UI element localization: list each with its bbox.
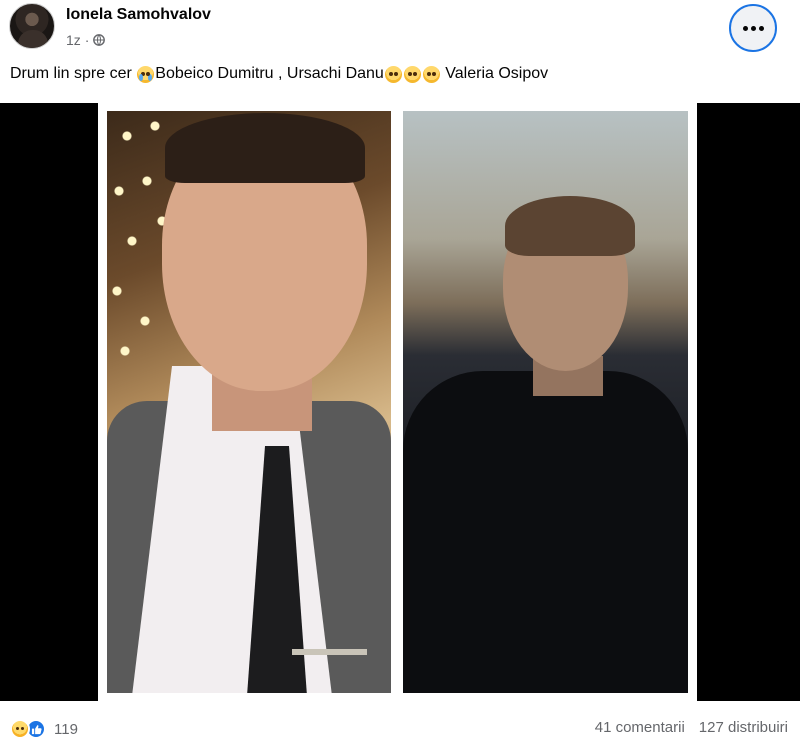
pleading-face-emoji bbox=[422, 65, 440, 83]
pleading-face-emoji bbox=[384, 65, 402, 83]
post-media[interactable] bbox=[0, 103, 800, 701]
post-time[interactable]: 1z bbox=[66, 32, 81, 48]
dark-hoodie bbox=[403, 371, 688, 693]
tie-clip bbox=[292, 649, 367, 655]
comments-count[interactable]: 41 comentarii bbox=[595, 719, 685, 736]
caption-text: Drum lin spre cer bbox=[10, 65, 132, 82]
post-meta: 1z · bbox=[66, 32, 106, 48]
sad-reaction-icon bbox=[10, 719, 30, 739]
globe-icon[interactable] bbox=[93, 34, 106, 46]
mention-bobeico-dumitru[interactable]: Bobeico Dumitru bbox=[155, 65, 273, 83]
meta-separator: · bbox=[84, 32, 90, 48]
mention-ursachi-danu[interactable]: Ursachi Danu bbox=[287, 65, 384, 83]
author-avatar[interactable] bbox=[9, 3, 55, 49]
hair bbox=[165, 113, 365, 183]
engagement-counts: 41 comentarii 127 distribuiri bbox=[595, 719, 788, 736]
pleading-face-emoji bbox=[403, 65, 421, 83]
author-name[interactable]: Ionela Samohvalov bbox=[66, 6, 211, 24]
post-caption: Drum lin spre cer Bobeico Dumitru , Ursa… bbox=[10, 65, 548, 83]
post-footer: 119 41 comentarii 127 distribuiri bbox=[0, 703, 800, 754]
reactions-summary[interactable]: 119 bbox=[10, 719, 78, 739]
post-header: Ionela Samohvalov 1z · bbox=[0, 0, 800, 58]
photo-left[interactable] bbox=[107, 111, 391, 693]
more-options-icon bbox=[742, 25, 764, 31]
caption-separator: , bbox=[273, 65, 287, 82]
photo-collage bbox=[98, 103, 697, 701]
reaction-count[interactable]: 119 bbox=[54, 721, 78, 738]
more-options-button[interactable] bbox=[729, 4, 777, 52]
mention-valeria-osipov[interactable]: Valeria Osipov bbox=[445, 65, 548, 83]
crying-face-emoji bbox=[137, 65, 155, 83]
shares-count[interactable]: 127 distribuiri bbox=[699, 719, 788, 736]
photo-right[interactable] bbox=[403, 111, 688, 693]
hair bbox=[505, 196, 635, 256]
